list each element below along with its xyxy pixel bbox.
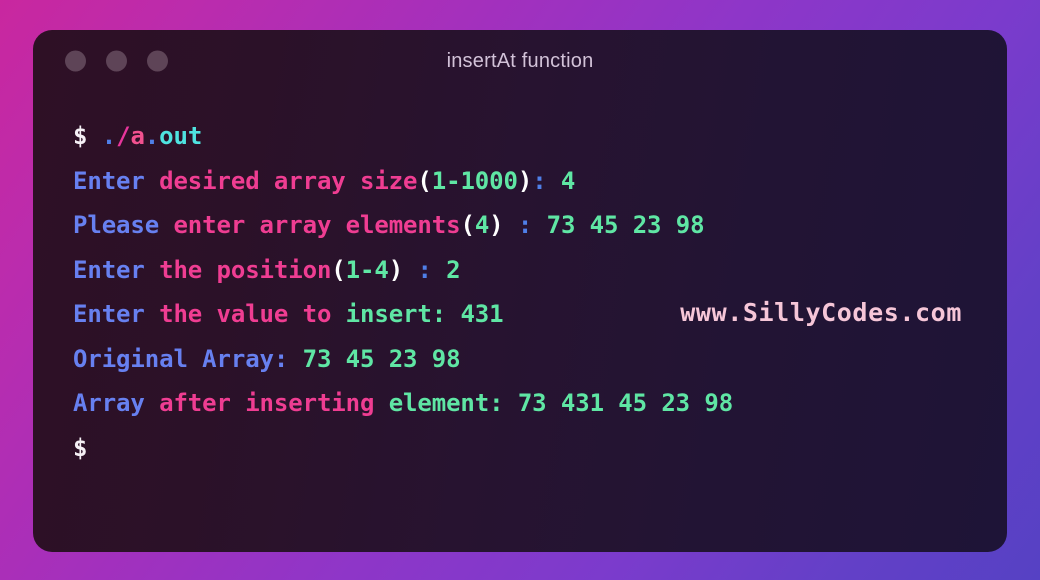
token: Enter bbox=[73, 166, 145, 195]
close-button[interactable] bbox=[65, 50, 86, 72]
token: : bbox=[532, 166, 547, 195]
token: ( bbox=[331, 255, 346, 284]
token: . bbox=[101, 122, 117, 150]
token: element: bbox=[388, 389, 504, 417]
token: Please bbox=[73, 211, 160, 239]
output-original-array: Original Array: 73 45 23 98 bbox=[73, 337, 967, 382]
token: / bbox=[116, 122, 131, 150]
token: insert: bbox=[345, 300, 447, 328]
prompt-position: Enter the position(1-4) : 2 bbox=[73, 248, 967, 293]
output-array-after-insert: Array after inserting element: 73 431 45… bbox=[73, 381, 967, 426]
token: $ bbox=[73, 433, 88, 462]
token: 73 45 23 98 bbox=[532, 211, 705, 239]
minimize-button[interactable] bbox=[106, 50, 127, 72]
token: ) bbox=[517, 166, 533, 195]
token: : bbox=[517, 211, 533, 239]
prompt-array-elements: Please enter array elements(4) : 73 45 2… bbox=[73, 203, 967, 248]
token: $ bbox=[73, 122, 88, 150]
token: : bbox=[417, 255, 432, 284]
token: Enter bbox=[73, 300, 145, 328]
token: Original Array: bbox=[73, 344, 289, 373]
token: out bbox=[159, 122, 203, 150]
terminal-output[interactable]: $ ./a.out Enter desired array size(1-1000… bbox=[33, 92, 1007, 470]
token: a bbox=[130, 122, 145, 150]
token: the position bbox=[144, 255, 332, 284]
token: enter array elements bbox=[159, 211, 461, 239]
token: ( bbox=[417, 166, 432, 195]
token: 4 bbox=[546, 166, 576, 195]
token: Enter bbox=[73, 255, 145, 284]
token: desired array size bbox=[144, 166, 418, 195]
window-title: insertAt function bbox=[446, 49, 594, 72]
token: 1-4 bbox=[345, 255, 389, 284]
token: 431 bbox=[446, 300, 504, 328]
watermark-sillycodes: www.SillyCodes.com bbox=[680, 298, 962, 327]
token: 2 bbox=[431, 255, 461, 284]
token: ) bbox=[489, 211, 504, 239]
token: after inserting bbox=[144, 389, 389, 417]
token: 1-1000 bbox=[431, 166, 518, 195]
token: 4 bbox=[474, 211, 490, 239]
token: ) bbox=[388, 255, 404, 284]
window-controls bbox=[65, 50, 168, 72]
token: 73 431 45 23 98 bbox=[503, 389, 734, 417]
trailing-prompt: $ bbox=[73, 426, 967, 471]
command-line: $ ./a.out bbox=[73, 114, 967, 159]
token: . bbox=[144, 122, 160, 150]
token: ( bbox=[460, 211, 475, 239]
token: Array bbox=[73, 389, 145, 417]
terminal-title-bar: insertAt function bbox=[33, 30, 1007, 92]
prompt-array-size: Enter desired array size(1-1000): 4 bbox=[73, 159, 967, 204]
token: the value to bbox=[144, 300, 346, 328]
terminal-window: insertAt function $ ./a.out Enter desired… bbox=[33, 30, 1007, 552]
token: 73 45 23 98 bbox=[288, 344, 461, 373]
maximize-button[interactable] bbox=[147, 50, 168, 72]
